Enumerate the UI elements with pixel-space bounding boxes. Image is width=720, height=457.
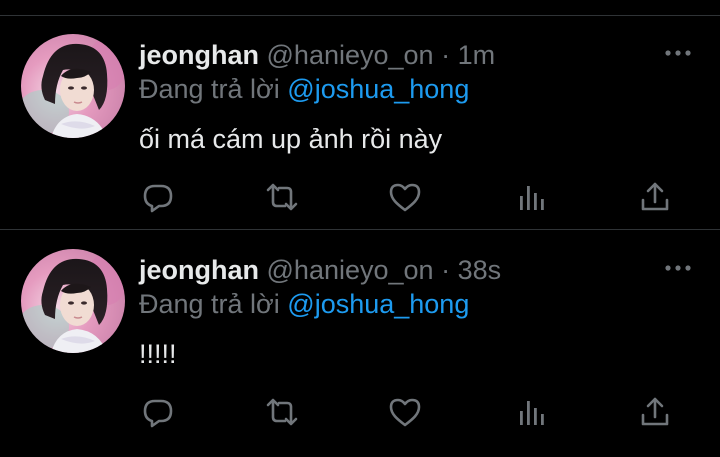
like-icon[interactable] — [388, 395, 422, 429]
action-bar — [0, 180, 720, 216]
tweet[interactable]: jeonghan @hanieyo_on · 1m Đang trả lời @… — [0, 16, 720, 230]
reply-context: Đang trả lời @joshua_hong — [139, 72, 469, 106]
tweet-text: ối má cám up ảnh rồi này — [139, 124, 443, 154]
reply-context: Đang trả lời @joshua_hong — [139, 287, 469, 321]
share-icon[interactable] — [638, 180, 672, 214]
action-bar — [0, 395, 720, 431]
reply-mention[interactable]: @joshua_hong — [287, 74, 469, 104]
more-icon[interactable] — [664, 261, 692, 273]
timestamp[interactable]: 1m — [458, 40, 496, 70]
handle[interactable]: @hanieyo_on — [267, 40, 434, 70]
display-name[interactable]: jeonghan — [139, 40, 259, 70]
handle[interactable]: @hanieyo_on — [267, 255, 434, 285]
timestamp[interactable]: 38s — [458, 255, 502, 285]
share-icon[interactable] — [638, 395, 672, 429]
avatar[interactable] — [21, 249, 125, 353]
more-icon[interactable] — [664, 46, 692, 58]
stats-icon[interactable] — [515, 180, 549, 214]
retweet-icon[interactable] — [265, 395, 299, 429]
tweet-header: jeonghan @hanieyo_on · 1m — [139, 38, 495, 72]
reply-mention[interactable]: @joshua_hong — [287, 289, 469, 319]
reply-icon[interactable] — [141, 180, 175, 214]
reply-prefix: Đang trả lời — [139, 289, 280, 319]
separator: · — [441, 40, 451, 70]
reply-icon[interactable] — [141, 395, 175, 429]
timeline: jeonghan @hanieyo_on · 1m Đang trả lời @… — [0, 0, 720, 457]
like-icon[interactable] — [388, 180, 422, 214]
stats-icon[interactable] — [515, 395, 549, 429]
separator: · — [441, 255, 451, 285]
divider — [0, 229, 720, 230]
tweet-header: jeonghan @hanieyo_on · 38s — [139, 253, 501, 287]
avatar[interactable] — [21, 34, 125, 138]
display-name[interactable]: jeonghan — [139, 255, 259, 285]
reply-prefix: Đang trả lời — [139, 74, 280, 104]
tweet-text: !!!!! — [139, 339, 177, 369]
retweet-icon[interactable] — [265, 180, 299, 214]
tweet[interactable]: jeonghan @hanieyo_on · 38s Đang trả lời … — [0, 231, 720, 457]
